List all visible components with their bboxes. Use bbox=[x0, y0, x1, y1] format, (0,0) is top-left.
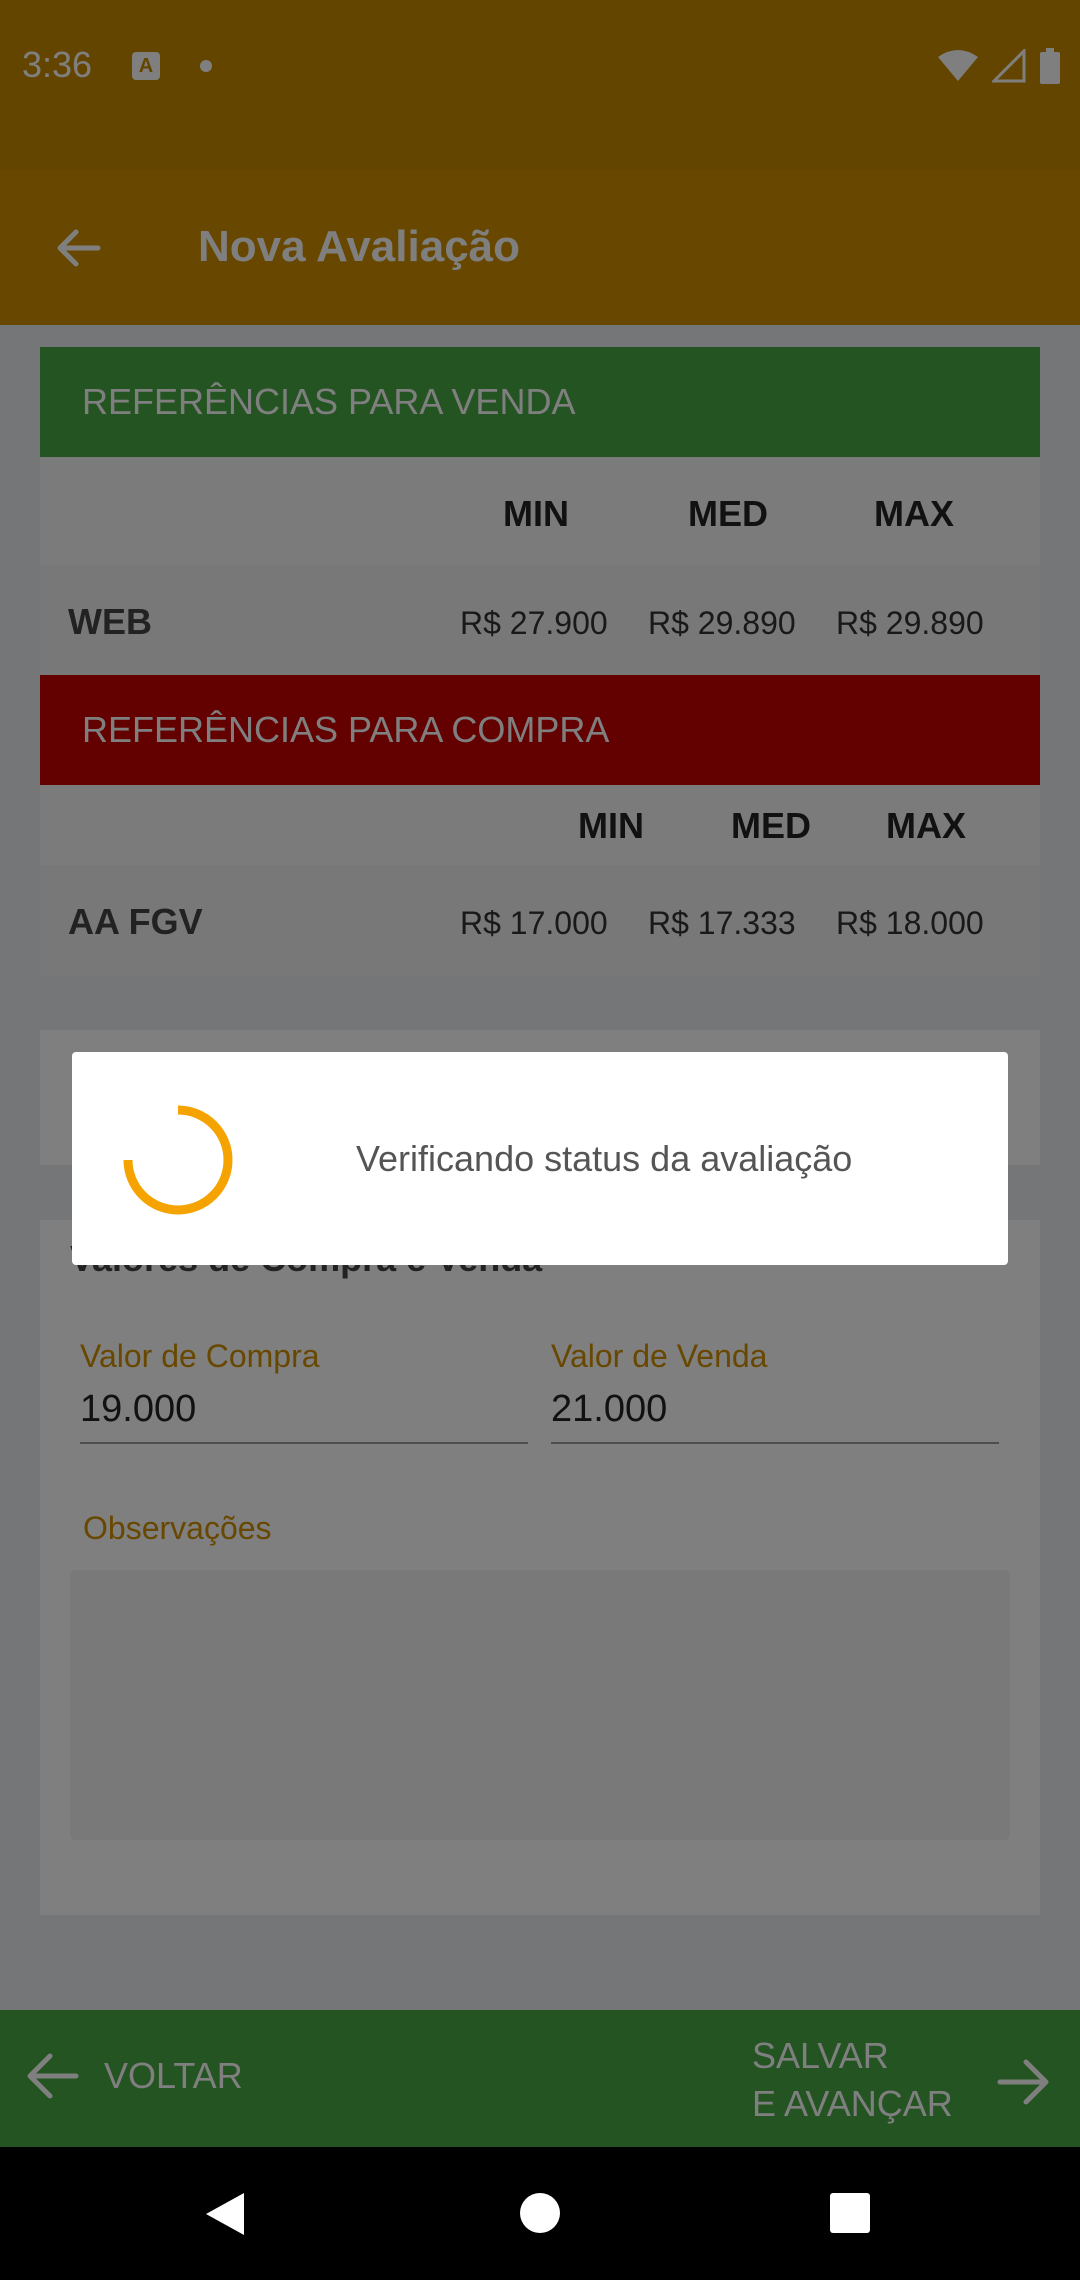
nav-recents-icon[interactable] bbox=[830, 2193, 870, 2233]
nav-back-icon[interactable] bbox=[202, 2191, 246, 2237]
loading-message: Verificando status da avaliação bbox=[356, 1138, 853, 1179]
loading-spinner-icon bbox=[123, 1105, 233, 1215]
loading-dialog: Verificando status da avaliação bbox=[72, 1052, 1008, 1265]
navigation-bar bbox=[0, 2147, 1080, 2280]
nav-home-icon[interactable] bbox=[520, 2193, 560, 2233]
